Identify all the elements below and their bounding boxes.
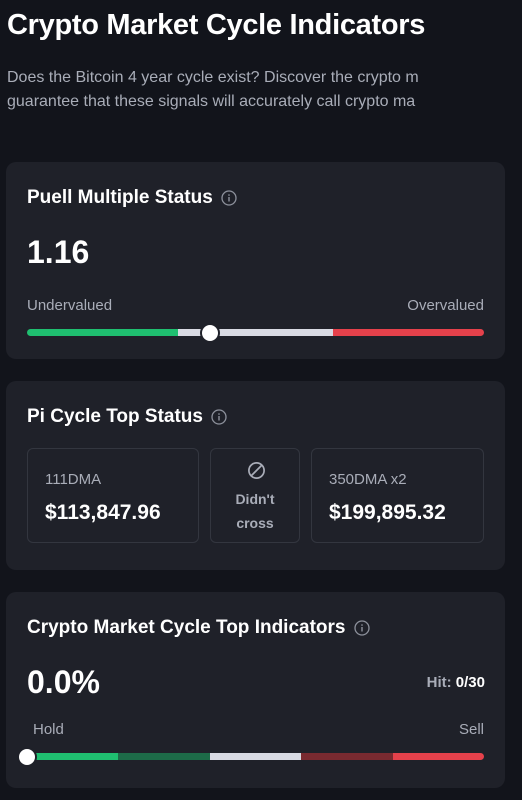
sell-label: Sell	[458, 721, 484, 738]
bar-segment-neutral	[209, 753, 302, 760]
description-line-1: Does the Bitcoin 4 year cycle exist? Dis…	[7, 69, 419, 86]
ma-350x2-box: 350DMA x2 $199,895.32	[311, 448, 484, 543]
top-indicators-card: Crypto Market Cycle Top Indicators 0.0% …	[6, 592, 505, 788]
puell-scale-bar	[27, 329, 484, 336]
cross-status-line1: Didn't	[235, 491, 275, 507]
undervalued-label: Undervalued	[27, 297, 113, 314]
top-indicators-knob	[19, 749, 35, 765]
info-icon[interactable]	[353, 620, 370, 636]
page-title: Crypto Market Cycle Indicators	[7, 9, 426, 41]
top-indicators-scale-bar	[27, 753, 484, 760]
puell-multiple-title-row: Puell Multiple Status	[27, 187, 237, 209]
bar-segment-dark-green	[118, 753, 210, 760]
description-line-2: guarantee that these signals will accura…	[7, 93, 416, 110]
pi-cycle-title-row: Pi Cycle Top Status	[27, 406, 227, 428]
info-icon[interactable]	[211, 409, 227, 425]
puell-multiple-value: 1.16	[27, 234, 90, 270]
overvalued-label: Overvalued	[407, 297, 484, 314]
top-indicators-title: Crypto Market Cycle Top Indicators	[27, 617, 346, 638]
cross-status-line2: cross	[236, 515, 274, 531]
pi-cycle-card: Pi Cycle Top Status 111DMA $113,847.96 D…	[6, 381, 505, 570]
page-description: Does the Bitcoin 4 year cycle exist? Dis…	[7, 66, 419, 114]
puell-indicator-knob	[201, 325, 218, 341]
hit-label: Hit:	[426, 674, 452, 691]
bar-segment-red	[333, 329, 484, 336]
bar-segment-green	[27, 753, 119, 760]
hold-label: Hold	[33, 721, 64, 738]
ma-111-box: 111DMA $113,847.96	[27, 448, 199, 543]
cross-status-box: Didn't cross	[210, 448, 300, 543]
bar-segment-red	[392, 753, 484, 760]
ma-350x2-value: $199,895.32	[329, 501, 446, 524]
info-icon[interactable]	[221, 190, 237, 206]
top-indicators-value: 0.0%	[27, 664, 100, 700]
page: Crypto Market Cycle Indicators Does the …	[0, 0, 522, 800]
ma-350x2-label: 350DMA x2	[329, 471, 407, 488]
bar-segment-dark-red	[301, 753, 393, 760]
ma-111-value: $113,847.96	[45, 501, 161, 524]
bar-segment-green	[27, 329, 178, 336]
ma-111-label: 111DMA	[45, 471, 102, 488]
not-crossed-icon	[248, 462, 265, 479]
pi-cycle-title: Pi Cycle Top Status	[27, 406, 203, 427]
puell-multiple-card: Puell Multiple Status 1.16 Undervalued O…	[6, 162, 505, 359]
hit-count: Hit: 0/30	[427, 674, 485, 691]
top-indicators-title-row: Crypto Market Cycle Top Indicators	[27, 617, 370, 639]
puell-multiple-title: Puell Multiple Status	[27, 187, 213, 208]
hit-value: 0/30	[455, 674, 485, 691]
